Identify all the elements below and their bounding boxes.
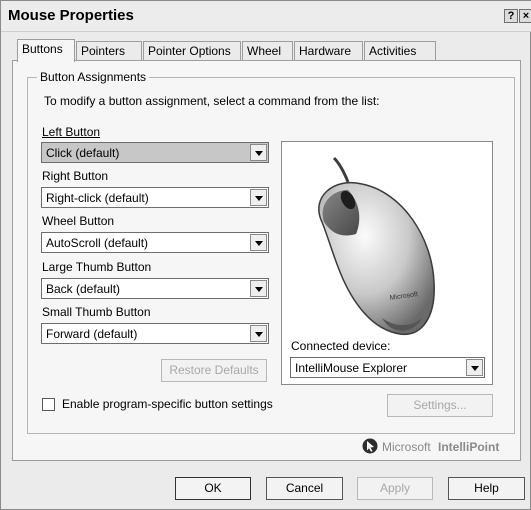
large-thumb-button-value: Back (default) [46,282,121,296]
large-thumb-button-select[interactable]: Back (default) [41,278,269,299]
right-button-select[interactable]: Right-click (default) [41,187,269,208]
tab-activities[interactable]: Activities [364,41,436,61]
wheel-button-value: AutoScroll (default) [46,236,149,250]
right-button-value: Right-click (default) [46,191,149,205]
intellipoint-logo-icon [362,438,378,454]
small-thumb-button-select[interactable]: Forward (default) [41,323,269,344]
restore-defaults-button[interactable]: Restore Defaults [161,359,267,382]
small-thumb-button-value: Forward (default) [46,327,138,341]
tab-pointer-options[interactable]: Pointer Options [143,41,241,61]
left-button-select[interactable]: Click (default) [41,142,269,163]
chevron-down-icon[interactable] [466,359,483,376]
chevron-down-icon[interactable] [250,144,267,161]
chevron-down-icon[interactable] [250,280,267,297]
tab-pointers[interactable]: Pointers [76,41,142,61]
program-specific-checkbox[interactable] [42,398,55,411]
tab-hardware[interactable]: Hardware [294,41,363,61]
connected-device-select[interactable]: IntelliMouse Explorer [290,357,485,378]
small-thumb-button-label: Small Thumb Button [42,305,151,319]
close-icon[interactable]: × [519,9,531,23]
ok-button[interactable]: OK [175,477,251,500]
left-button-value: Click (default) [46,146,120,160]
window-title: Mouse Properties [8,7,134,24]
help-button[interactable]: Help [448,477,525,500]
apply-button[interactable]: Apply [357,477,433,500]
left-button-label: Left Button [42,125,100,139]
group-title: Button Assignments [37,70,150,84]
title-bar[interactable]: Mouse Properties ? × [1,1,531,32]
large-thumb-button-label: Large Thumb Button [42,260,152,274]
help-icon[interactable]: ? [504,9,518,23]
program-specific-label[interactable]: Enable program-specific button settings [62,397,273,411]
right-button-label: Right Button [42,169,109,183]
wheel-button-label: Wheel Button [42,214,115,228]
instruction-text: To modify a button assignment, select a … [44,94,380,108]
brand-name: IntelliPoint [438,440,500,454]
chevron-down-icon[interactable] [250,234,267,251]
settings-button[interactable]: Settings... [387,394,493,417]
cancel-button[interactable]: Cancel [266,477,343,500]
connected-device-label: Connected device: [291,339,391,353]
left-button-label-text: Left Button [42,125,101,139]
tab-buttons[interactable]: Buttons [17,39,75,62]
wheel-button-select[interactable]: AutoScroll (default) [41,232,269,253]
connected-device-value: IntelliMouse Explorer [295,361,408,375]
chevron-down-icon[interactable] [250,325,267,342]
mouse-properties-window: Mouse Properties ? × Buttons Pointers Po… [0,0,531,510]
chevron-down-icon[interactable] [250,189,267,206]
tab-wheel[interactable]: Wheel [242,41,293,61]
brand-prefix: Microsoft [382,440,431,454]
